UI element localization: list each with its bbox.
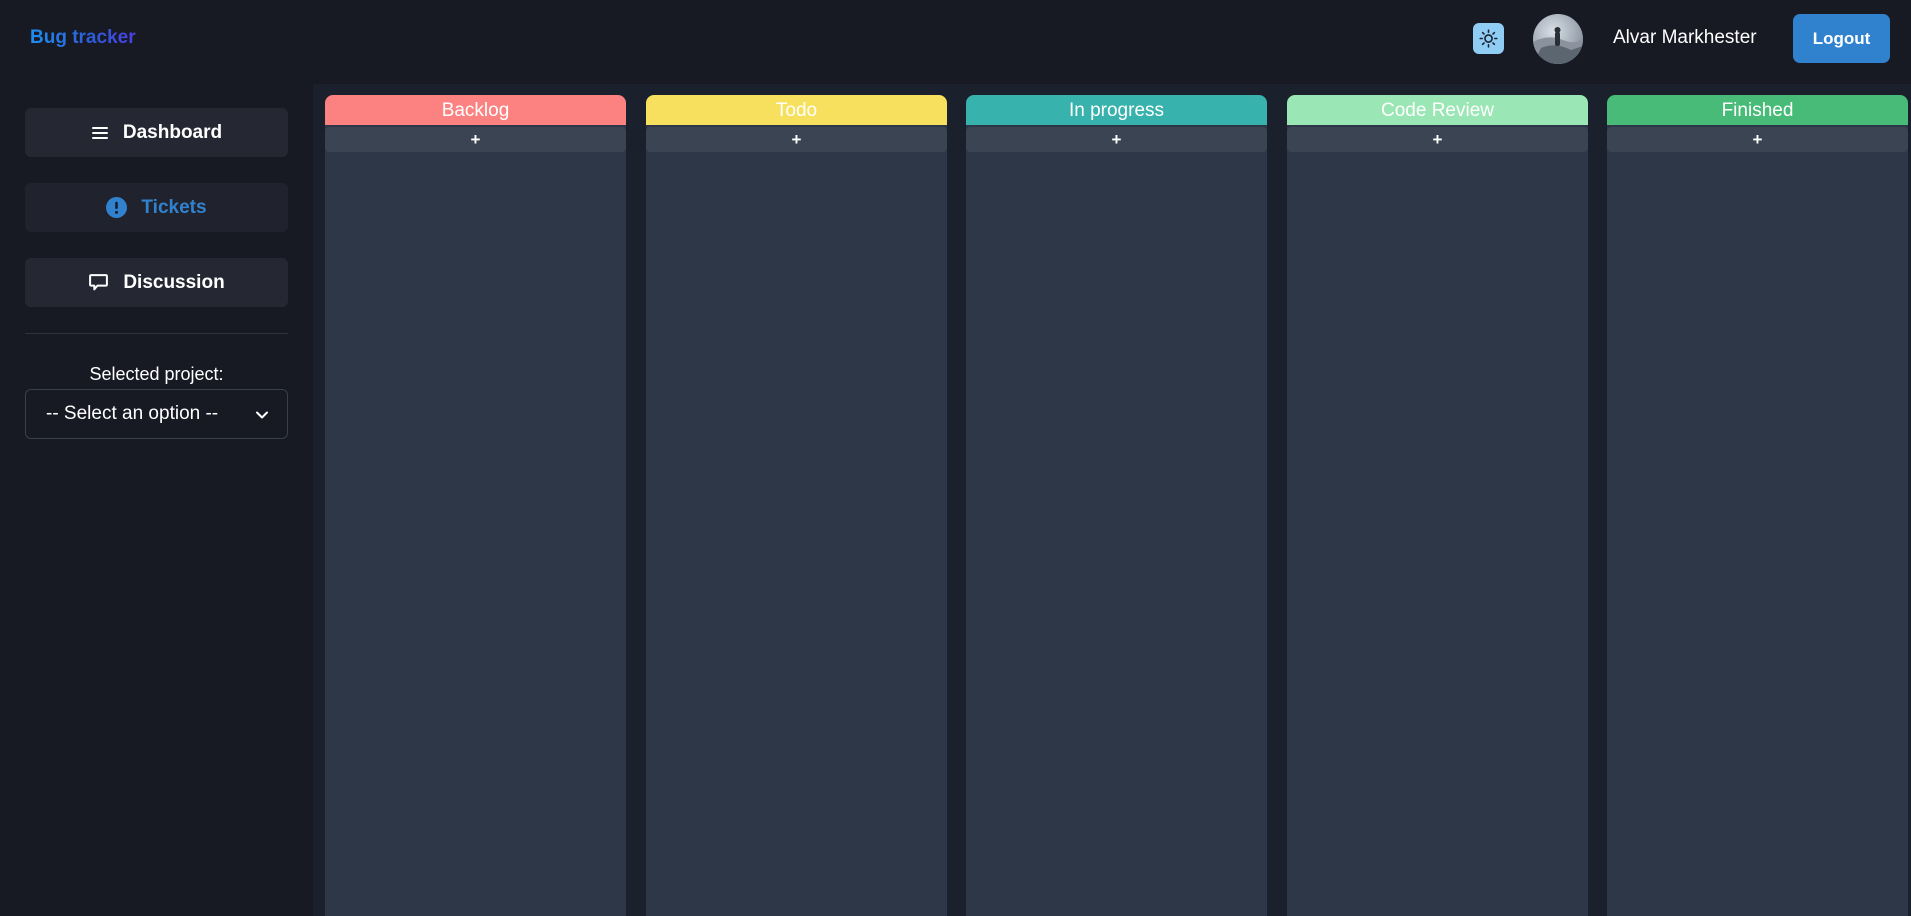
sidebar-item-dashboard[interactable]: Dashboard: [25, 108, 288, 157]
column-header: Code Review: [1287, 95, 1588, 125]
user-name: Alvar Markhester: [1613, 27, 1757, 48]
column-body: +: [1607, 125, 1908, 916]
column-todo: Todo +: [646, 95, 947, 916]
column-finished: Finished +: [1607, 95, 1908, 916]
top-header: Bug tracker Alvar Markhester Logout: [0, 0, 1911, 78]
sidebar-divider: [25, 333, 288, 334]
column-in-progress: In progress +: [966, 95, 1267, 916]
user-avatar[interactable]: [1533, 14, 1583, 64]
alert-circle-icon: [106, 197, 128, 218]
sidebar-item-tickets[interactable]: Tickets: [25, 183, 288, 232]
hamburger-icon: [91, 125, 109, 141]
app-logo[interactable]: Bug tracker: [30, 27, 136, 49]
add-ticket-button[interactable]: +: [325, 127, 626, 152]
sidebar-item-label: Tickets: [141, 196, 207, 218]
add-ticket-button[interactable]: +: [1287, 127, 1588, 152]
column-header: Todo: [646, 95, 947, 125]
chevron-down-icon: [255, 406, 269, 428]
add-ticket-button[interactable]: +: [1607, 127, 1908, 152]
column-code-review: Code Review +: [1287, 95, 1588, 916]
chat-bubble-icon: [88, 272, 109, 293]
project-select[interactable]: -- Select an option --: [25, 389, 288, 439]
sidebar: Dashboard Tickets Discussion Selected pr…: [0, 78, 313, 916]
sun-icon: [1479, 29, 1498, 48]
sidebar-item-label: Discussion: [123, 271, 225, 293]
column-body: +: [325, 125, 626, 916]
column-body: +: [646, 125, 947, 916]
column-header: In progress: [966, 95, 1267, 125]
column-backlog: Backlog +: [325, 95, 626, 916]
sidebar-item-label: Dashboard: [122, 121, 223, 143]
column-body: +: [1287, 125, 1588, 916]
project-select-value: -- Select an option --: [46, 403, 219, 424]
sidebar-item-discussion[interactable]: Discussion: [25, 258, 288, 307]
add-ticket-button[interactable]: +: [646, 127, 947, 152]
add-ticket-button[interactable]: +: [966, 127, 1267, 152]
column-header: Backlog: [325, 95, 626, 125]
column-body: +: [966, 125, 1267, 916]
theme-toggle-button[interactable]: [1473, 23, 1504, 54]
logout-button[interactable]: Logout: [1793, 14, 1890, 63]
kanban-board: Backlog + Todo + In progress + Code Revi…: [313, 84, 1911, 916]
column-header: Finished: [1607, 95, 1908, 125]
selected-project-label: Selected project:: [89, 364, 224, 384]
